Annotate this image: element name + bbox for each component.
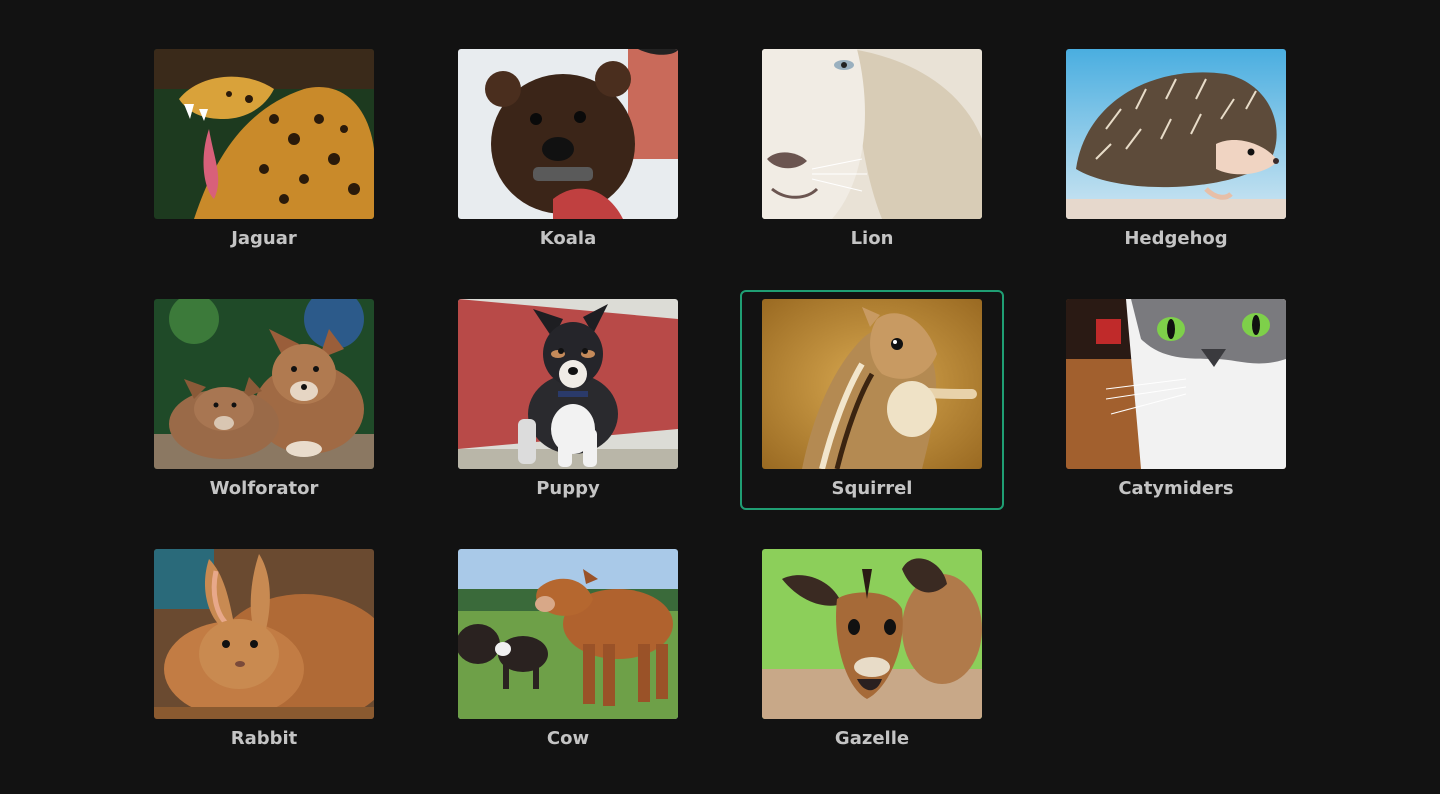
tile-label: Koala [539, 228, 597, 249]
cow-picture [458, 549, 678, 719]
cow-image [458, 549, 678, 719]
wolf-pups-image [154, 299, 374, 469]
tile-label: Jaguar [231, 228, 297, 249]
gallery-tile-lion[interactable]: Lion [762, 49, 982, 269]
tile-label: Catymiders [1118, 478, 1234, 499]
hedgehog-image [1066, 49, 1286, 219]
rabbit-picture [154, 549, 374, 719]
tile-label: Rabbit [230, 728, 298, 749]
gallery-tile-koala[interactable]: Koala [458, 49, 678, 269]
koala-picture [458, 49, 678, 219]
hedgehog-picture [1066, 49, 1286, 219]
koala-image [458, 49, 678, 219]
squirrel-picture [762, 299, 982, 469]
gallery-tile-puppy[interactable]: Puppy [458, 299, 678, 519]
tile-label: Lion [850, 228, 894, 249]
lion-image [762, 49, 982, 219]
puppy-image [458, 299, 678, 469]
gallery-tile-rabbit[interactable]: Rabbit [154, 549, 374, 769]
gallery-tile-cow[interactable]: Cow [458, 549, 678, 769]
gallery-tile-catymiders[interactable]: Catymiders [1066, 299, 1286, 519]
wolf-pups-picture [154, 299, 374, 469]
gallery-tile-wolforator[interactable]: Wolforator [154, 299, 374, 519]
jaguar-picture [154, 49, 374, 219]
tile-label: Wolforator [209, 478, 319, 499]
gallery-tile-jaguar[interactable]: Jaguar [154, 49, 374, 269]
rabbit-image [154, 549, 374, 719]
gazelle-picture [762, 549, 982, 719]
tile-label: Squirrel [831, 478, 913, 499]
gallery-tile-squirrel[interactable]: Squirrel [740, 290, 1004, 519]
cat-picture [1066, 299, 1286, 469]
cat-image [1066, 299, 1286, 469]
animal-gallery: Jaguar Koala Lion Hedgehog Wolforator Pu… [0, 0, 1440, 794]
tile-label: Gazelle [834, 728, 910, 749]
gallery-tile-hedgehog[interactable]: Hedgehog [1066, 49, 1286, 269]
gallery-tile-gazelle[interactable]: Gazelle [762, 549, 982, 769]
lion-picture [762, 49, 982, 219]
squirrel-image [762, 299, 982, 469]
gazelle-image [762, 549, 982, 719]
tile-label: Cow [546, 728, 590, 749]
tile-label: Puppy [536, 478, 600, 499]
tile-label: Hedgehog [1124, 228, 1228, 249]
puppy-picture [458, 299, 678, 469]
jaguar-image [154, 49, 374, 219]
